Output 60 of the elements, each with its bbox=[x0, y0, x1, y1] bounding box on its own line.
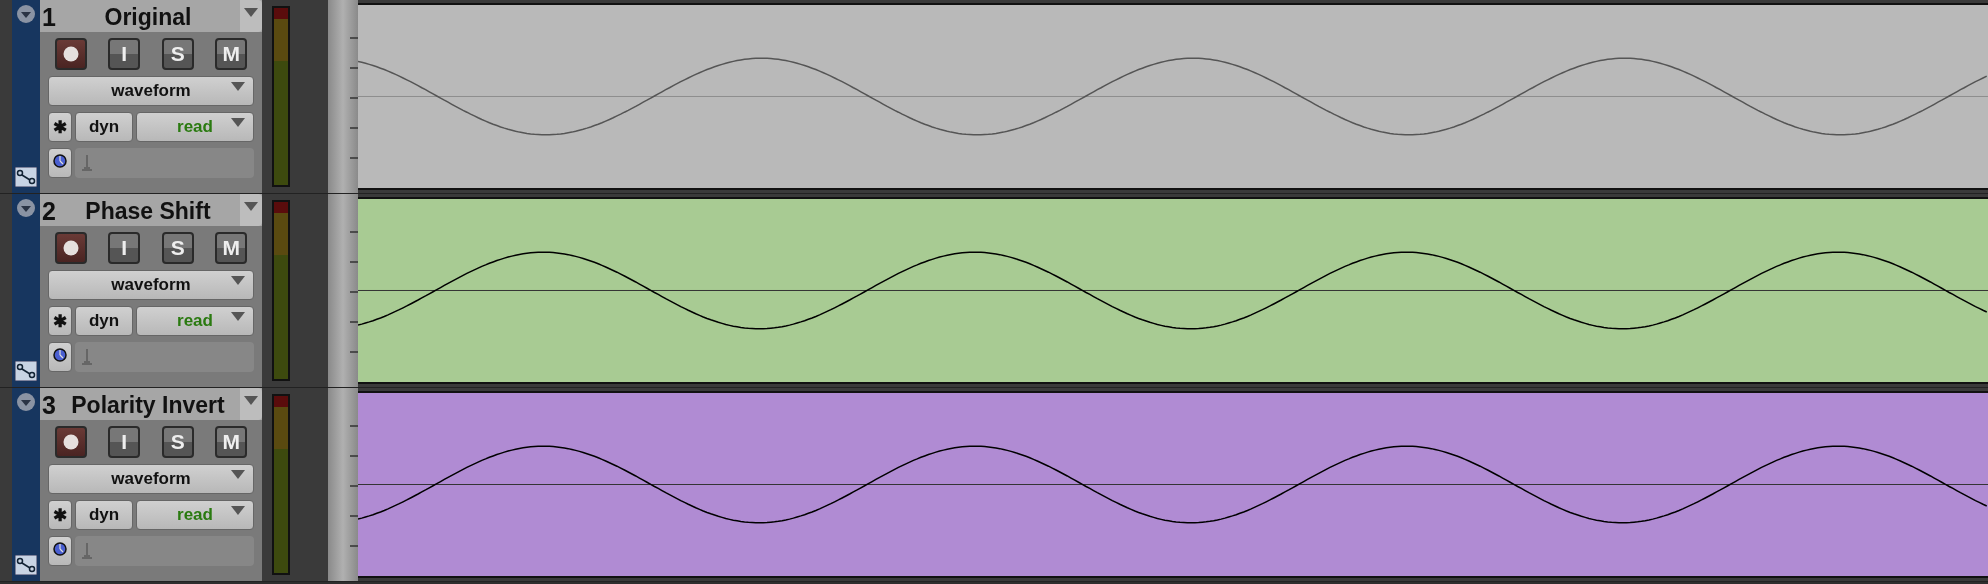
timebase-button[interactable] bbox=[48, 148, 72, 178]
waveform-clip[interactable] bbox=[358, 3, 1988, 190]
waveform-clip[interactable] bbox=[358, 391, 1988, 578]
caret-icon bbox=[231, 276, 245, 285]
asterisk-button[interactable]: ✱ bbox=[48, 306, 72, 336]
record-icon bbox=[62, 434, 79, 450]
collapse-icon[interactable] bbox=[16, 392, 36, 412]
view-selector[interactable]: waveform bbox=[48, 464, 254, 494]
track-toggle-button[interactable]: I bbox=[108, 232, 141, 264]
caret-icon bbox=[244, 396, 258, 405]
track-toggle-button[interactable]: I bbox=[108, 426, 141, 458]
automation-icon[interactable] bbox=[15, 167, 37, 187]
track-toggle-button[interactable]: M bbox=[215, 426, 248, 458]
input-monitor-icon bbox=[81, 155, 93, 171]
record-button[interactable] bbox=[54, 232, 87, 264]
track-toggle-button[interactable]: S bbox=[161, 426, 194, 458]
caret-icon bbox=[244, 202, 258, 211]
dyn-button[interactable]: dyn bbox=[75, 306, 133, 336]
track-toggle-button[interactable]: S bbox=[161, 38, 194, 70]
automation-icon[interactable] bbox=[15, 361, 37, 381]
automation-icon[interactable] bbox=[15, 555, 37, 575]
caret-icon bbox=[231, 470, 245, 479]
timebase-button[interactable] bbox=[48, 342, 72, 372]
caret-icon bbox=[231, 82, 245, 91]
track-toggle-button[interactable]: S bbox=[161, 232, 194, 264]
caret-icon bbox=[244, 8, 258, 17]
track-number: 1 bbox=[41, 2, 56, 32]
timebase-button[interactable] bbox=[48, 536, 72, 566]
collapse-icon[interactable] bbox=[16, 198, 36, 218]
track-number: 2 bbox=[41, 196, 56, 226]
track-menu-button[interactable] bbox=[240, 194, 262, 226]
clock-icon bbox=[53, 542, 67, 556]
waveform-clip[interactable] bbox=[358, 197, 1988, 384]
dyn-button[interactable]: dyn bbox=[75, 500, 133, 530]
record-icon bbox=[62, 46, 79, 62]
input-monitor-icon bbox=[81, 349, 93, 365]
track-menu-button[interactable] bbox=[240, 0, 262, 32]
caret-icon bbox=[231, 118, 245, 127]
clock-icon bbox=[53, 348, 67, 362]
track-toggle-button[interactable]: I bbox=[108, 38, 141, 70]
track-name[interactable]: Original bbox=[55, 0, 240, 32]
caret-icon bbox=[231, 506, 245, 515]
view-selector[interactable]: waveform bbox=[48, 76, 254, 106]
track-name[interactable]: Polarity Invert bbox=[55, 388, 240, 420]
record-button[interactable] bbox=[54, 38, 87, 70]
record-button[interactable] bbox=[54, 426, 87, 458]
asterisk-button[interactable]: ✱ bbox=[48, 112, 72, 142]
asterisk-button[interactable]: ✱ bbox=[48, 500, 72, 530]
collapse-icon[interactable] bbox=[16, 4, 36, 24]
track-toggle-button[interactable]: M bbox=[215, 232, 248, 264]
track-toggle-button[interactable]: M bbox=[215, 38, 248, 70]
track-name[interactable]: Phase Shift bbox=[55, 194, 240, 226]
record-icon bbox=[62, 240, 79, 256]
caret-icon bbox=[231, 312, 245, 321]
input-monitor-icon bbox=[81, 543, 93, 559]
clock-icon bbox=[53, 154, 67, 168]
track-number: 3 bbox=[41, 390, 56, 420]
view-selector[interactable]: waveform bbox=[48, 270, 254, 300]
track-menu-button[interactable] bbox=[240, 388, 262, 420]
dyn-button[interactable]: dyn bbox=[75, 112, 133, 142]
